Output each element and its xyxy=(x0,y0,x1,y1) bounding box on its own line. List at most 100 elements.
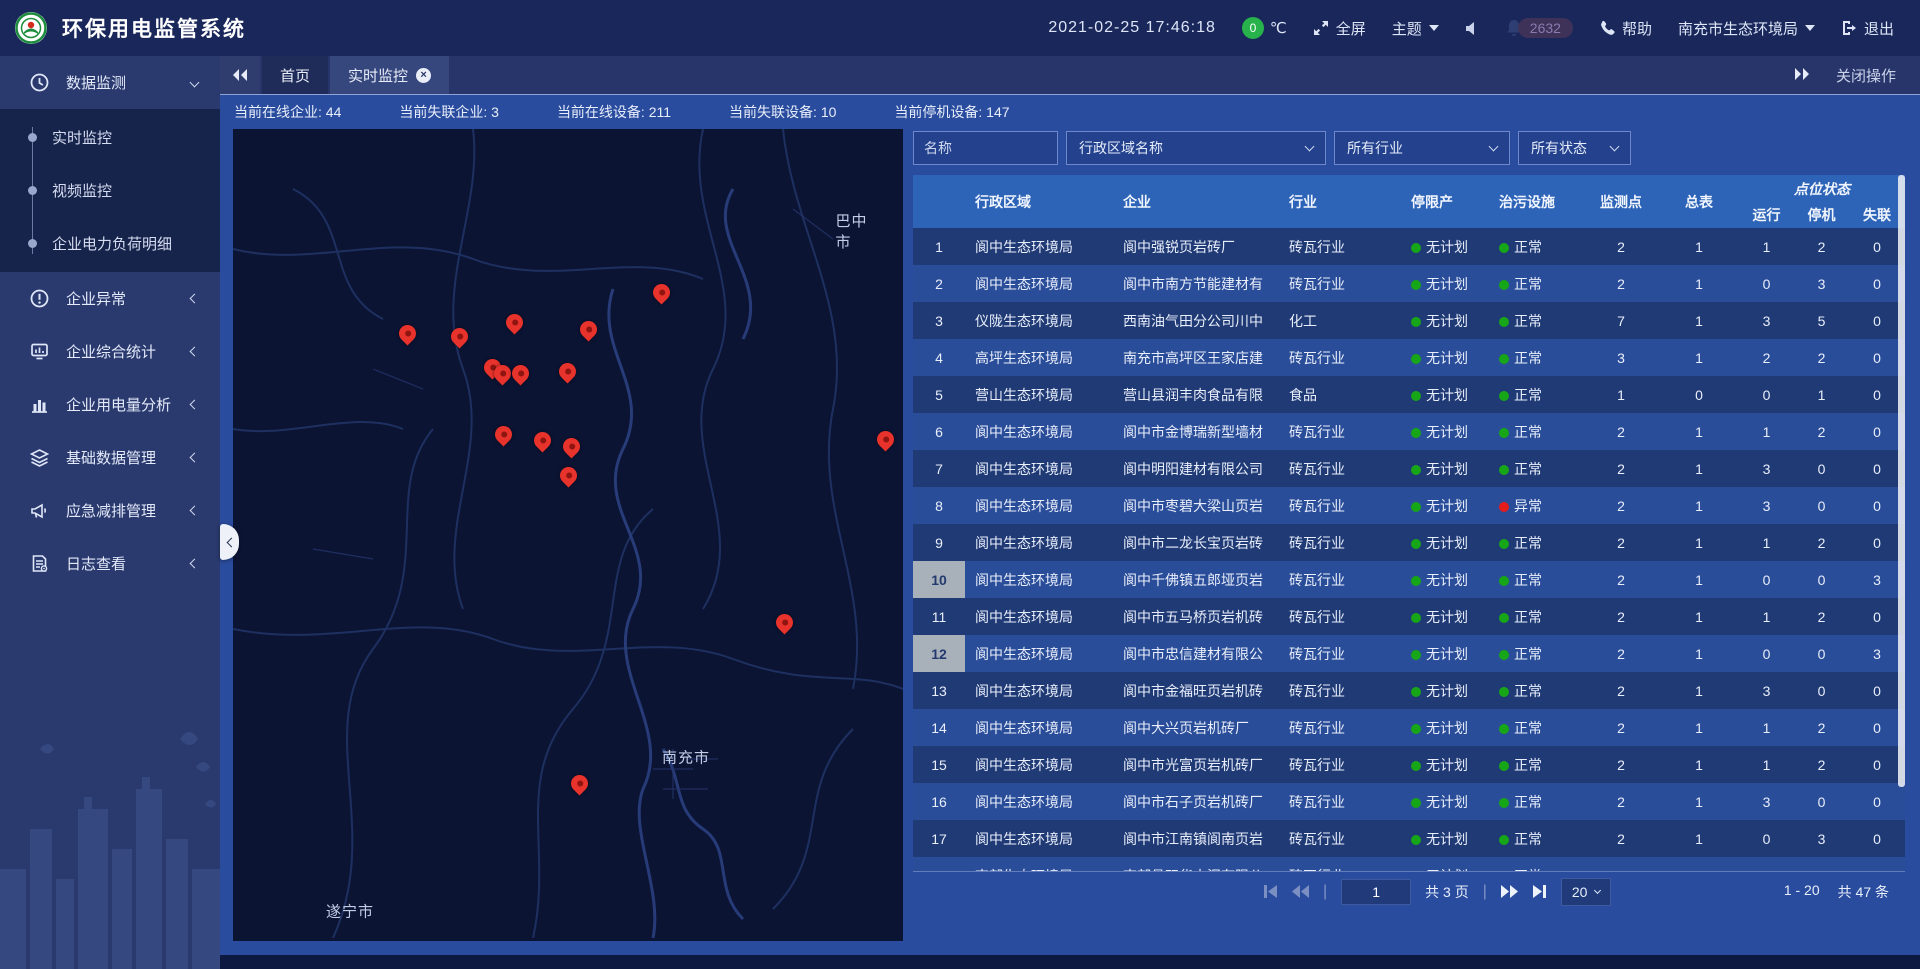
table-row[interactable]: 18南部生态环境局南部县双华水泥有限公砖瓦行业无计划正常60060 xyxy=(913,857,1905,871)
sidebar-subitem-power-load-detail[interactable]: 企业电力负荷明细 xyxy=(0,217,220,270)
table-row[interactable]: 12阆中生态环境局阆中市忠信建材有限公砖瓦行业无计划正常21003 xyxy=(913,635,1905,672)
row-index: 14 xyxy=(913,709,965,746)
cell-points: 2 xyxy=(1583,276,1659,292)
status-dot-green xyxy=(1499,465,1509,475)
sidebar-item-base-data-management[interactable]: 基础数据管理 xyxy=(0,431,220,484)
col-region: 行政区域 xyxy=(965,192,1113,212)
tabs-scroll-left-button[interactable] xyxy=(220,56,260,94)
cell-lost: 0 xyxy=(1849,794,1905,810)
cell-meters: 1 xyxy=(1659,757,1739,773)
table-row[interactable]: 13阆中生态环境局阆中市金福旺页岩机砖砖瓦行业无计划正常21300 xyxy=(913,672,1905,709)
table-row[interactable]: 16阆中生态环境局阆中市石子页岩机砖厂砖瓦行业无计划正常21300 xyxy=(913,783,1905,820)
cell-company: 营山县润丰肉食品有限 xyxy=(1113,385,1279,405)
status-dot-green xyxy=(1499,539,1509,549)
chevron-left-icon xyxy=(190,559,200,569)
name-filter-input[interactable] xyxy=(913,131,1058,165)
cell-industry: 砖瓦行业 xyxy=(1279,644,1401,664)
col-stopped: 停机 xyxy=(1794,205,1849,225)
status-dot-green xyxy=(1411,317,1421,327)
sidebar-item-emergency-reduction[interactable]: 应急减排管理 xyxy=(0,484,220,537)
bullet-dot-icon xyxy=(28,186,37,195)
next-page-button[interactable] xyxy=(1501,885,1518,898)
cell-facility: 正常 xyxy=(1489,792,1583,812)
logout-button[interactable]: 退出 xyxy=(1841,18,1894,39)
cell-lost: 0 xyxy=(1849,387,1905,403)
tab-home[interactable]: 首页 xyxy=(262,56,328,94)
bar-chart-icon xyxy=(28,395,50,414)
monitor-stats-icon xyxy=(28,342,50,361)
cell-region: 高坪生态环境局 xyxy=(965,348,1113,368)
map[interactable]: 巴中市 南充市 遂宁市 xyxy=(233,129,903,941)
cell-points: 2 xyxy=(1583,498,1659,514)
page-size-select[interactable]: 20 xyxy=(1561,878,1612,906)
row-index: 6 xyxy=(913,413,965,450)
industry-filter-select[interactable]: 所有行业 xyxy=(1334,131,1510,165)
cell-region: 阆中生态环境局 xyxy=(965,718,1113,738)
help-button[interactable]: 帮助 xyxy=(1599,18,1652,39)
sidebar-item-data-monitoring[interactable]: 数据监测 xyxy=(0,56,220,109)
cell-run: 3 xyxy=(1739,498,1794,514)
cell-meters: 1 xyxy=(1659,794,1739,810)
pager-divider: | xyxy=(1483,883,1487,901)
cell-company: 阆中市五马桥页岩机砖 xyxy=(1113,607,1279,627)
table-row[interactable]: 11阆中生态环境局阆中市五马桥页岩机砖砖瓦行业无计划正常21120 xyxy=(913,598,1905,635)
log-file-icon xyxy=(28,554,50,573)
cell-stop-limit: 无计划 xyxy=(1401,533,1489,553)
cell-points: 6 xyxy=(1583,868,1659,872)
row-index: 12 xyxy=(913,635,965,672)
tab-realtime-monitor[interactable]: 实时监控 × xyxy=(330,56,449,94)
table-panel: 行政区域名称 所有行业 所有状态 行 xyxy=(913,129,1905,941)
org-dropdown[interactable]: 南充市生态环境局 xyxy=(1678,18,1815,39)
fullscreen-button[interactable]: 全屏 xyxy=(1313,18,1366,39)
first-page-button[interactable] xyxy=(1263,885,1278,898)
page-number-input[interactable] xyxy=(1341,879,1411,905)
table-row[interactable]: 8阆中生态环境局阆中市枣碧大梁山页岩砖瓦行业无计划异常21300 xyxy=(913,487,1905,524)
table-row[interactable]: 14阆中生态环境局阆中大兴页岩机砖厂砖瓦行业无计划正常21120 xyxy=(913,709,1905,746)
table-row[interactable]: 1阆中生态环境局阆中强锐页岩砖厂砖瓦行业无计划正常21120 xyxy=(913,228,1905,265)
table-row[interactable]: 6阆中生态环境局阆中市金博瑞新型墙材砖瓦行业无计划正常21120 xyxy=(913,413,1905,450)
cell-points: 2 xyxy=(1583,239,1659,255)
sidebar-item-log-view[interactable]: 日志查看 xyxy=(0,537,220,590)
notification-bell[interactable]: 2632 xyxy=(1506,18,1573,38)
table-row[interactable]: 10阆中生态环境局阆中千佛镇五郎垭页岩砖瓦行业无计划正常21003 xyxy=(913,561,1905,598)
status-filter-select[interactable]: 所有状态 xyxy=(1518,131,1631,165)
table-row[interactable]: 5营山生态环境局营山县润丰肉食品有限食品无计划正常10010 xyxy=(913,376,1905,413)
status-dot-green xyxy=(1499,428,1509,438)
cell-facility: 正常 xyxy=(1489,385,1583,405)
table-row[interactable]: 17阆中生态环境局阆中市江南镇阆南页岩砖瓦行业无计划正常21030 xyxy=(913,820,1905,857)
row-index: 2 xyxy=(913,265,965,302)
prev-page-button[interactable] xyxy=(1292,885,1309,898)
table-scrollbar[interactable] xyxy=(1898,175,1905,787)
cell-stopped: 2 xyxy=(1794,424,1849,440)
cell-run: 3 xyxy=(1739,683,1794,699)
page-bottom-strip xyxy=(220,955,1920,969)
status-dot-green xyxy=(1411,835,1421,845)
last-page-button[interactable] xyxy=(1532,885,1547,898)
table-row[interactable]: 4高坪生态环境局南充市高坪区王家店建砖瓦行业无计划正常31220 xyxy=(913,339,1905,376)
cell-meters: 1 xyxy=(1659,831,1739,847)
table-row[interactable]: 15阆中生态环境局阆中市光富页岩机砖厂砖瓦行业无计划正常21120 xyxy=(913,746,1905,783)
app-root: 环保用电监管系统 2021-02-25 17:46:18 0 ℃ 全屏 主题 2… xyxy=(0,0,1920,969)
theme-dropdown[interactable]: 主题 xyxy=(1392,18,1439,39)
table-row[interactable]: 7阆中生态环境局阆中明阳建材有限公司砖瓦行业无计划正常21300 xyxy=(913,450,1905,487)
cell-stopped: 2 xyxy=(1794,720,1849,736)
tabs-scroll-right-button[interactable] xyxy=(1794,67,1810,84)
region-filter-select[interactable]: 行政区域名称 xyxy=(1066,131,1326,165)
sidebar-item-enterprise-abnormal[interactable]: 企业异常 xyxy=(0,272,220,325)
sidebar-subitem-realtime-monitor[interactable]: 实时监控 xyxy=(0,111,220,164)
sidebar-subitem-video-monitor[interactable]: 视频监控 xyxy=(0,164,220,217)
mute-button[interactable] xyxy=(1465,21,1480,36)
sidebar-item-enterprise-statistics[interactable]: 企业综合统计 xyxy=(0,325,220,378)
table-row[interactable]: 2阆中生态环境局阆中市南方节能建材有砖瓦行业无计划正常21030 xyxy=(913,265,1905,302)
cell-points: 2 xyxy=(1583,720,1659,736)
content-panel: 当前在线企业: 44当前失联企业: 3当前在线设备: 211当前失联设备: 10… xyxy=(220,94,1920,955)
table-row[interactable]: 3仪陇生态环境局西南油气田分公司川中化工无计划正常71350 xyxy=(913,302,1905,339)
sidebar-item-power-usage-analysis[interactable]: 企业用电量分析 xyxy=(0,378,220,431)
stat-item: 当前失联企业: 3 xyxy=(399,102,499,122)
cell-facility: 正常 xyxy=(1489,533,1583,553)
tab-close-icon[interactable]: × xyxy=(416,68,431,83)
cell-region: 阆中生态环境局 xyxy=(965,829,1113,849)
close-operations-button[interactable]: 关闭操作 xyxy=(1836,65,1896,86)
cell-lost: 0 xyxy=(1849,276,1905,292)
table-row[interactable]: 9阆中生态环境局阆中市二龙长宝页岩砖砖瓦行业无计划正常21120 xyxy=(913,524,1905,561)
